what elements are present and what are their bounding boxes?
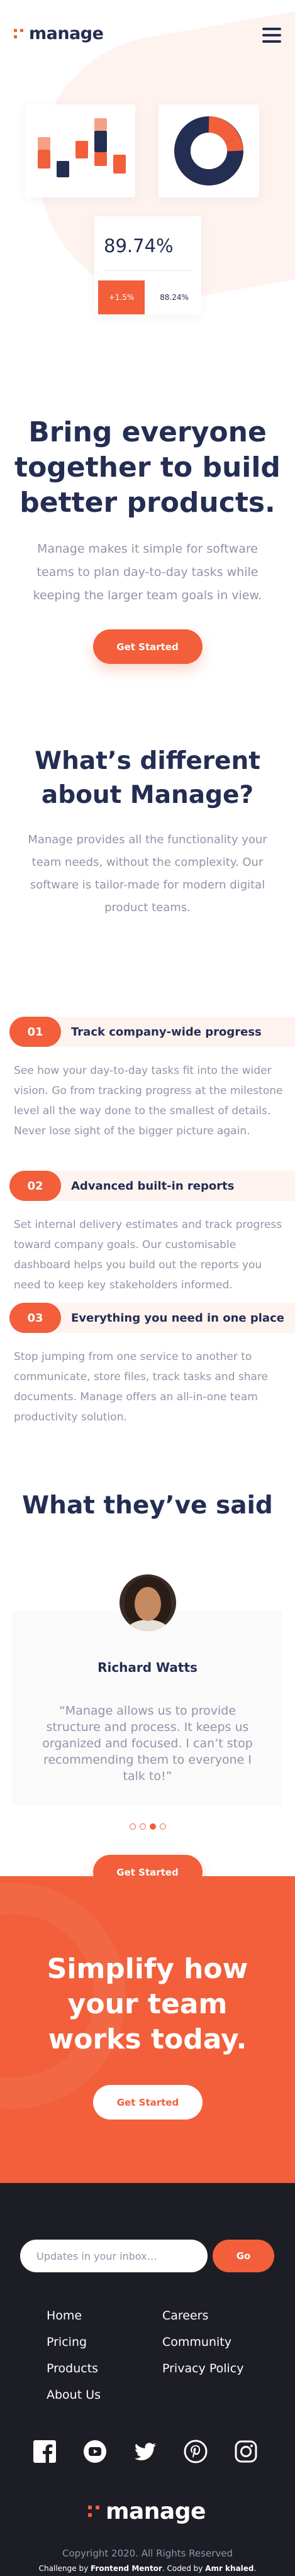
feature-title: Track company-wide progress: [71, 1025, 262, 1039]
different-section: What’s different about Manage? Manage pr…: [0, 664, 295, 919]
footer-link-privacy-policy[interactable]: Privacy Policy: [162, 2362, 278, 2375]
different-subtitle: Manage provides all the functionality yo…: [28, 833, 267, 914]
bar-chart-card: [25, 104, 135, 197]
cta-title: Simplify how your team works today.: [47, 1953, 248, 2055]
attribution-suffix: .: [253, 2564, 257, 2573]
newsletter-email-input[interactable]: [20, 2240, 208, 2272]
chart-bar: [38, 137, 50, 150]
stat-secondary-value: 88.24%: [160, 293, 189, 302]
features-list: 01 Track company-wide progress See how y…: [0, 919, 295, 1491]
hamburger-menu-icon[interactable]: [262, 28, 281, 43]
stat-main-value: 89.74%: [104, 235, 174, 257]
page: manage 89.74% +1.5% 88.24% Bring everyon…: [0, 0, 295, 2576]
hero-section: Bring everyone together to build better …: [0, 314, 295, 664]
attribution-org-link[interactable]: Frontend Mentor: [91, 2564, 162, 2573]
chart-bar: [94, 131, 107, 152]
footer-link-home[interactable]: Home: [47, 2309, 162, 2323]
feature-header: 03 Everything you need in one place: [0, 1303, 295, 1333]
testimonials-section: What they’ve said Richard Watts “Manage …: [0, 1491, 295, 1889]
feature-number-badge: 02: [9, 1171, 61, 1201]
feature-item: 02 Advanced built-in reports Set interna…: [0, 1171, 295, 1303]
feature-description: See how your day-to-day tasks fit into t…: [14, 1064, 283, 1137]
social-links: [33, 2440, 258, 2463]
chart-bar: [94, 152, 107, 166]
donut-chart-icon: [174, 116, 243, 185]
site-footer: Go Home Careers Pricing Community Produc…: [0, 2183, 295, 2576]
feature-title: Everything you need in one place: [71, 1311, 284, 1325]
feature-number-badge: 03: [9, 1303, 61, 1333]
avatar: [119, 1574, 176, 1631]
carousel-dot[interactable]: [139, 1823, 146, 1830]
footer-link-community[interactable]: Community: [162, 2335, 278, 2349]
facebook-icon[interactable]: [33, 2440, 57, 2463]
footer-link-careers[interactable]: Careers: [162, 2309, 278, 2323]
footer-logo[interactable]: manage: [88, 2499, 206, 2524]
logo-text: manage: [29, 24, 104, 43]
carousel-dot-active[interactable]: [149, 1823, 156, 1830]
carousel-dot[interactable]: [129, 1823, 136, 1830]
chart-bar: [38, 150, 50, 169]
attribution-text: Challenge by Frontend Mentor. Coded by A…: [0, 2564, 295, 2573]
chart-bar: [57, 161, 69, 177]
feature-number-badge: 01: [9, 1017, 61, 1047]
feature-header: 02 Advanced built-in reports: [0, 1171, 295, 1201]
newsletter-form: Go: [20, 2240, 274, 2272]
cta-section: Simplify how your team works today. Get …: [0, 1876, 295, 2183]
footer-link-about-us[interactable]: About Us: [47, 2388, 162, 2402]
testimonial-quote: “Manage allows us to provide structure a…: [42, 1704, 253, 1783]
twitter-icon[interactable]: [133, 2440, 157, 2463]
newsletter-go-button[interactable]: Go: [213, 2240, 274, 2272]
attribution-author-link[interactable]: Amr khaled: [205, 2564, 253, 2573]
chart-bar: [113, 155, 126, 174]
carousel-dots: [0, 1823, 295, 1830]
hero-subtitle: Manage makes it simple for software team…: [33, 542, 262, 602]
youtube-icon[interactable]: [83, 2440, 107, 2463]
copyright-text: Copyright 2020. All Rights Reserved: [62, 2548, 233, 2559]
feature-description: Stop jumping from one service to another…: [14, 1351, 269, 1423]
testimonial-name: Richard Watts: [97, 1660, 198, 1675]
footer-link-products[interactable]: Products: [47, 2362, 162, 2375]
attribution-prefix: Challenge by: [38, 2564, 89, 2573]
footer-links: Home Careers Pricing Community Products …: [47, 2309, 278, 2402]
different-title: What’s different about Manage?: [35, 747, 260, 809]
feature-header: 01 Track company-wide progress: [0, 1017, 295, 1047]
logo-mark-icon: [14, 28, 24, 39]
stat-card: 89.74% +1.5% 88.24%: [94, 216, 201, 314]
footer-logo-text: manage: [106, 2499, 206, 2524]
chart-bar: [94, 118, 107, 131]
hero-get-started-button[interactable]: Get Started: [92, 629, 203, 664]
instagram-icon[interactable]: [234, 2440, 258, 2463]
hero-title: Bring everyone together to build better …: [14, 416, 281, 519]
footer-link-pricing[interactable]: Pricing: [47, 2335, 162, 2349]
feature-title: Advanced built-in reports: [71, 1179, 235, 1193]
feature-item: 01 Track company-wide progress See how y…: [0, 1017, 295, 1171]
divider: [104, 270, 192, 271]
carousel-dot[interactable]: [159, 1823, 166, 1830]
logo[interactable]: manage: [14, 24, 104, 43]
donut-chart-card: [159, 104, 259, 197]
testimonial-card: Richard Watts “Manage allows us to provi…: [13, 1574, 282, 1806]
chart-bar: [75, 141, 88, 158]
feature-description: Set internal delivery estimates and trac…: [14, 1219, 282, 1291]
hero-illustration: 89.74% +1.5% 88.24%: [0, 0, 295, 321]
cta-get-started-button[interactable]: Get Started: [93, 2085, 203, 2120]
feature-item: 03 Everything you need in one place Stop…: [0, 1303, 295, 1491]
testimonials-title: What they’ve said: [22, 1491, 273, 1520]
stat-change-badge: +1.5%: [98, 280, 145, 314]
attribution-mid: . Coded by: [162, 2564, 203, 2573]
site-header: manage: [0, 0, 295, 65]
pinterest-icon[interactable]: [184, 2440, 208, 2463]
logo-mark-icon: [88, 2505, 101, 2518]
